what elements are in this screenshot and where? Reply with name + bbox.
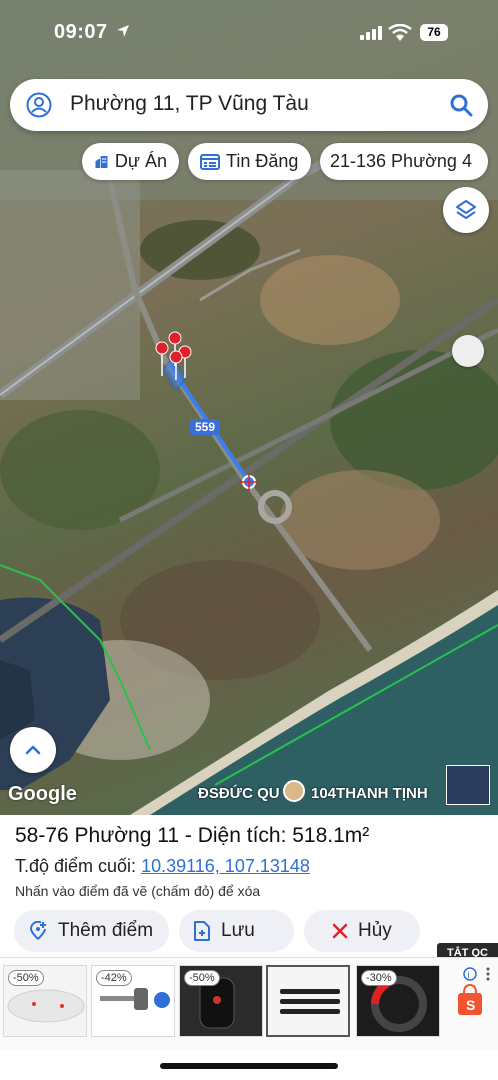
ad-product[interactable] [266,965,350,1037]
delete-hint: Nhấn vào điểm đã vẽ (chấm đỏ) để xóa [15,883,261,899]
coordinate-label: T.độ điểm cuối: [15,856,142,876]
chip-label: Tin Đăng [226,151,299,171]
discount-badge: -50% [184,970,220,986]
clock: 09:07 [54,21,108,43]
google-logo: Google [8,783,77,805]
home-indicator [160,1063,338,1069]
ad-product[interactable]: -30% [356,965,440,1037]
close-icon [332,923,348,939]
add-point-button[interactable]: Thêm điểm [14,910,169,952]
ad-product[interactable]: -50% [179,965,263,1037]
info-panel: 58-76 Phường 11 - Diện tích: 518.1m² T.đ… [0,815,498,1080]
cellular-signal-icon [360,26,382,40]
ad-product[interactable]: -42% [91,965,175,1037]
status-bar: 09:07 76 [0,0,498,60]
discount-badge: -30% [361,970,397,986]
expand-up-button[interactable] [10,727,56,773]
place-thumbnail[interactable] [446,765,490,805]
chip-du-an[interactable]: Dự Án [82,143,179,180]
map-control-dot[interactable] [452,335,484,367]
battery-indicator: 76 [420,24,448,41]
area-title: 58-76 Phường 11 - Diện tích: 518.1m² [15,824,370,847]
chip-location[interactable]: 21-136 Phường 4 [320,143,488,180]
place-avatar [283,780,305,802]
building-icon [95,155,108,168]
search-bar[interactable]: Phường 11, TP Vũng Tàu [10,79,488,131]
cancel-button[interactable]: Hủy [304,910,420,952]
location-arrow-icon [117,25,129,37]
save-file-icon [194,921,210,941]
chip-label: 21-136 Phường 4 [330,151,472,171]
chip-tin-dang[interactable]: Tin Đăng [188,143,311,180]
account-icon[interactable] [26,92,52,118]
place-label[interactable]: 104THANH TỊNH [311,785,428,802]
chevron-up-icon [25,745,41,755]
ad-product[interactable]: -50% [3,965,87,1037]
coordinate-link[interactable]: 10.39116, 107.13148 [141,856,310,876]
listing-icon [200,153,220,170]
add-point-label: Thêm điểm [58,920,154,941]
svg-text:i: i [468,970,470,980]
chip-label: Dự Án [114,151,167,171]
cancel-label: Hủy [358,920,392,941]
discount-badge: -50% [8,970,44,986]
coordinate-row: T.độ điểm cuối: 10.39116, 107.13148 [15,856,310,877]
layers-button[interactable] [443,187,489,233]
shopee-bag-icon: i S [458,967,490,1015]
product-image [268,967,348,1035]
wifi-icon [388,24,412,41]
add-location-icon [29,921,46,940]
road-number-badge: 559 [190,419,220,435]
map-view[interactable]: 09:07 76 Phường 11, TP Vũng Tàu Dự Án Ti… [0,0,498,815]
svg-text:S: S [466,997,475,1013]
save-label: Lưu [221,920,255,941]
search-icon[interactable] [448,92,474,118]
shopee-ad-side[interactable]: i S [450,965,498,1037]
layers-icon [456,200,476,219]
discount-badge: -42% [96,970,132,986]
save-button[interactable]: Lưu [179,910,294,952]
place-label[interactable]: ĐSĐỨC QU [198,785,280,802]
search-input[interactable]: Phường 11, TP Vũng Tàu [70,92,309,116]
